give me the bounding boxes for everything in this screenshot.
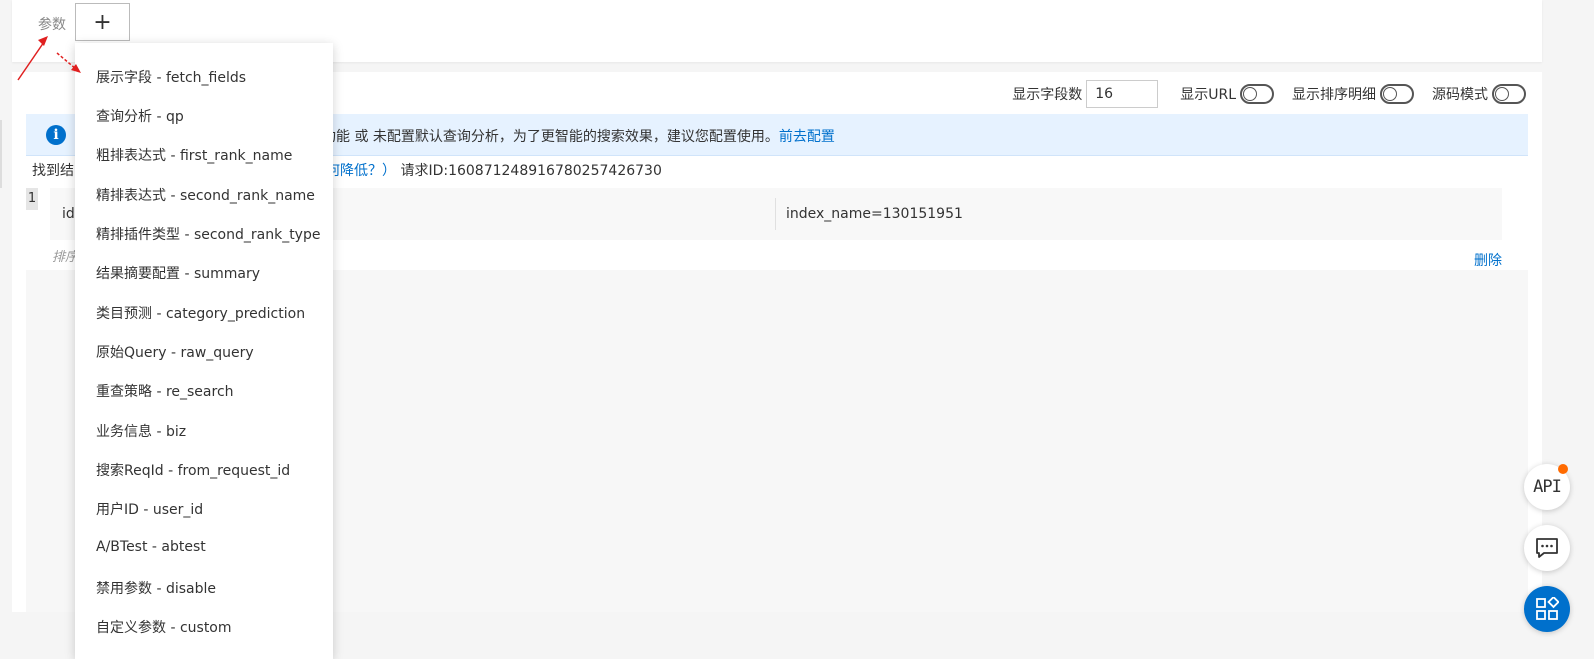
column-divider <box>775 198 776 230</box>
apps-grid-icon <box>1536 597 1559 620</box>
apps-float-button[interactable] <box>1524 586 1570 632</box>
chat-icon <box>1536 538 1558 558</box>
chat-float-button[interactable] <box>1524 525 1570 571</box>
configure-link[interactable]: 前去配置 <box>779 129 835 145</box>
annotation-arrow-up <box>17 41 45 81</box>
results-toolbar: 显示字段数 显示URL 显示排序明细 源码模式 <box>1012 78 1526 110</box>
delete-link[interactable]: 删除 <box>1474 250 1502 270</box>
found-results-line: 找到结 <box>32 160 74 180</box>
source-mode-toggle-group: 源码模式 <box>1432 84 1526 104</box>
annotation-arrow-right <box>56 52 77 70</box>
show-sort-detail-toggle[interactable] <box>1380 84 1414 104</box>
dropdown-item-category-prediction[interactable]: 类目预测 - category_prediction <box>96 303 305 323</box>
annotation-arrowhead-right <box>71 64 81 73</box>
dropdown-item-first-rank-name[interactable]: 粗排表达式 - first_rank_name <box>96 145 292 165</box>
dropdown-item-user-id[interactable]: 用户ID - user_id <box>96 499 203 519</box>
annotation-arrows <box>17 36 81 81</box>
dropdown-item-abtest[interactable]: A/BTest - abtest <box>96 539 206 555</box>
dropdown-item-qp[interactable]: 查询分析 - qp <box>96 106 184 126</box>
row-index: 1 <box>26 188 38 210</box>
request-id: 请求ID:160871248916780257426730 <box>400 163 662 179</box>
dropdown-item-re-search[interactable]: 重查策略 - re_search <box>96 381 234 401</box>
field-count-label: 显示字段数 <box>1012 87 1083 103</box>
dropdown-item-summary[interactable]: 结果摘要配置 - summary <box>96 263 260 283</box>
dropdown-item-second-rank-type[interactable]: 精排插件类型 - second_rank_type <box>96 224 320 244</box>
show-url-toggle-group: 显示URL <box>1180 84 1274 104</box>
info-message-text: 功能 或 未配置默认查询分析，为了更智能的搜索效果，建议您配置使用。 <box>322 129 779 145</box>
annotation-arrowhead-up <box>38 36 48 46</box>
dropdown-item-disable[interactable]: 禁用参数 - disable <box>96 578 216 598</box>
field-count-input[interactable] <box>1086 80 1159 108</box>
param-dropdown-menu: 展示字段 - fetch_fields 查询分析 - qp 粗排表达式 - fi… <box>75 43 333 659</box>
index-name-cell: index_name=130151951 <box>786 206 963 222</box>
left-edge-divider <box>0 120 2 188</box>
show-sort-detail-label: 显示排序明细 <box>1292 87 1376 103</box>
dropdown-item-raw-query[interactable]: 原始Query - raw_query <box>96 342 254 362</box>
request-id-line: 如何降低？） 请求ID:160871248916780257426730 <box>312 160 662 180</box>
info-message: 功能 或 未配置默认查询分析，为了更智能的搜索效果，建议您配置使用。前去配置 <box>322 126 835 146</box>
api-label: API <box>1533 477 1562 497</box>
dropdown-item-from-request-id[interactable]: 搜索ReqId - from_request_id <box>96 460 290 480</box>
notification-badge <box>1558 464 1568 474</box>
source-mode-toggle[interactable] <box>1492 84 1526 104</box>
info-icon: i <box>46 125 66 145</box>
dropdown-item-biz[interactable]: 业务信息 - biz <box>96 421 186 441</box>
id-cell: id <box>62 206 75 222</box>
dropdown-item-custom[interactable]: 自定义参数 - custom <box>96 617 232 637</box>
found-prefix: 找到结 <box>32 163 74 179</box>
show-url-label: 显示URL <box>1180 87 1236 103</box>
show-sort-detail-toggle-group: 显示排序明细 <box>1292 84 1414 104</box>
show-url-toggle[interactable] <box>1240 84 1274 104</box>
source-mode-label: 源码模式 <box>1432 87 1488 103</box>
dropdown-item-second-rank-name[interactable]: 精排表达式 - second_rank_name <box>96 185 315 205</box>
